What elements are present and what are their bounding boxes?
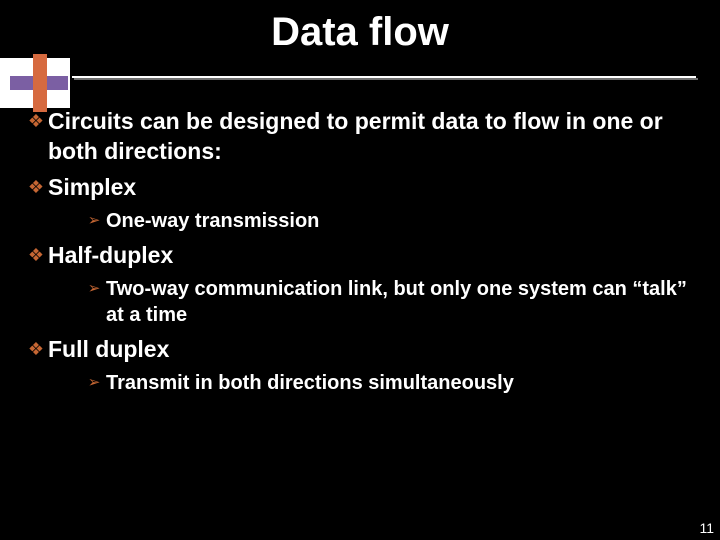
diamond-bullet-icon: ❖ <box>24 106 48 136</box>
diamond-bullet-icon: ❖ <box>24 172 48 202</box>
bullet-text: Full duplex <box>48 334 169 364</box>
slide: Data flow ❖ Circuits can be designed to … <box>0 0 720 540</box>
subbullet-text: Transmit in both directions simultaneous… <box>106 370 514 396</box>
arrow-bullet-icon: ➢ <box>82 208 106 234</box>
list-item: ➢ One-way transmission <box>82 208 696 234</box>
list-item: ❖ Circuits can be designed to permit dat… <box>24 106 696 166</box>
list-item: ➢ Transmit in both directions simultaneo… <box>82 370 696 396</box>
bullet-text: Simplex <box>48 172 136 202</box>
list-item: ➢ Two-way communication link, but only o… <box>82 276 696 328</box>
bullet-text: Circuits can be designed to permit data … <box>48 106 696 166</box>
list-item: ❖ Simplex <box>24 172 696 202</box>
arrow-bullet-icon: ➢ <box>82 276 106 302</box>
subbullet-text: One-way transmission <box>106 208 319 234</box>
diamond-bullet-icon: ❖ <box>24 334 48 364</box>
title-divider-shadow <box>74 78 698 80</box>
slide-title: Data flow <box>0 10 720 55</box>
list-item: ❖ Half-duplex <box>24 240 696 270</box>
arrow-bullet-icon: ➢ <box>82 370 106 396</box>
page-number: 11 <box>699 520 714 536</box>
subbullet-text: Two-way communication link, but only one… <box>106 276 696 328</box>
bullet-text: Half-duplex <box>48 240 173 270</box>
list-item: ❖ Full duplex <box>24 334 696 364</box>
slide-body: ❖ Circuits can be designed to permit dat… <box>24 100 696 396</box>
diamond-bullet-icon: ❖ <box>24 240 48 270</box>
